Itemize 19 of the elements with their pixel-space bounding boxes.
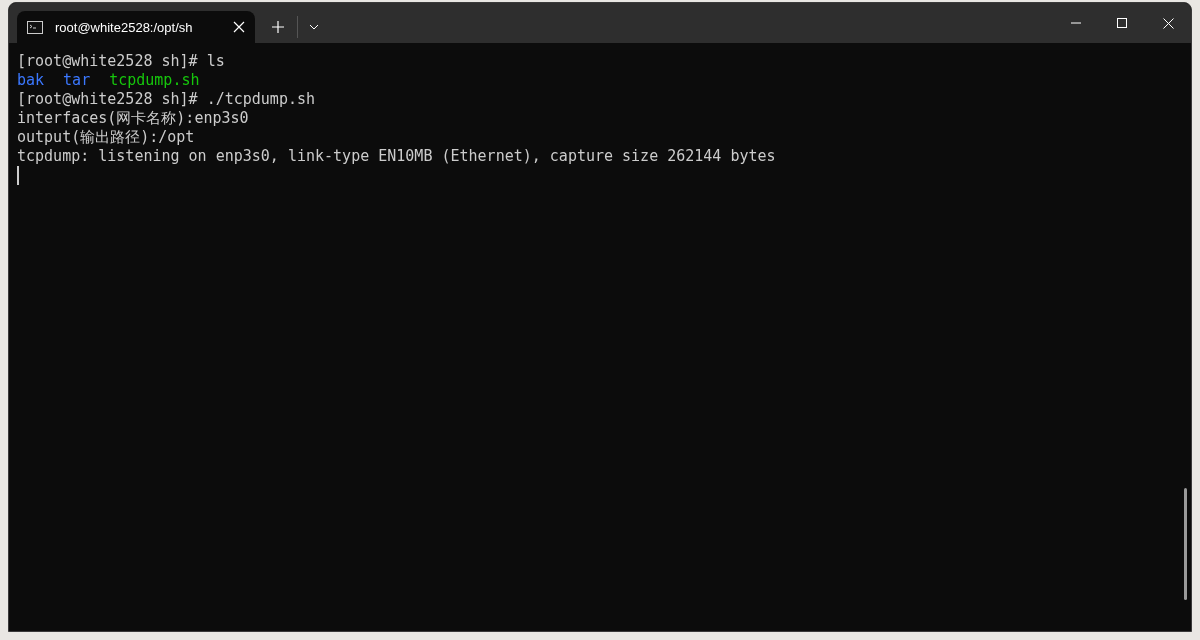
close-icon bbox=[1162, 17, 1174, 29]
file-name: tcpdump.sh bbox=[109, 71, 200, 90]
terminal-line: output(输出路径):/opt bbox=[17, 128, 196, 147]
terminal-line: tcpdump: listening on enp3s0, link-type EN10MB (Ethernet), capture size 262144 bytes bbox=[17, 147, 777, 166]
file-name: bak bbox=[17, 71, 45, 90]
terminal-line: [root@white2528 sh]# ls bbox=[17, 52, 226, 71]
maximize-icon bbox=[1117, 18, 1127, 28]
terminal-tab[interactable]: root@white2528:/opt/sh bbox=[17, 11, 255, 43]
terminal-line: [root@white2528 sh]# ./tcpdump.sh bbox=[17, 90, 316, 109]
chevron-down-icon bbox=[309, 24, 319, 30]
text-cursor bbox=[17, 166, 19, 185]
terminal-line: interfaces(网卡名称):enp3s0 bbox=[17, 109, 250, 128]
tab-title: root@white2528:/opt/sh bbox=[55, 19, 194, 35]
plus-icon bbox=[271, 20, 285, 34]
close-tab-icon[interactable] bbox=[233, 21, 245, 33]
terminal-icon bbox=[27, 20, 43, 34]
scrollbar-thumb[interactable] bbox=[1184, 488, 1187, 600]
file-name: tar bbox=[63, 71, 91, 90]
minimize-icon bbox=[1071, 22, 1081, 24]
